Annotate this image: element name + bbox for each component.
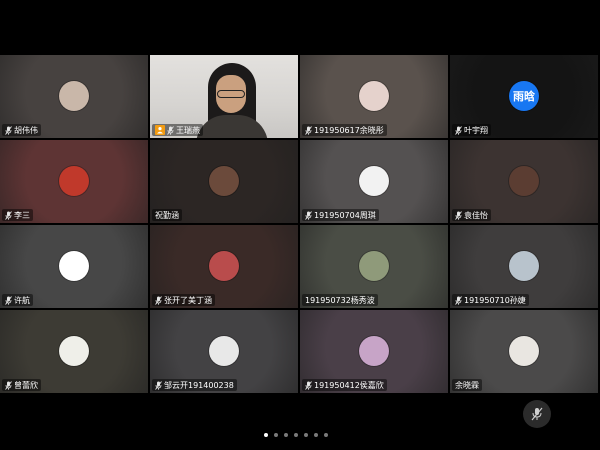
mic-off-icon [5, 125, 12, 135]
mic-off-icon [305, 210, 312, 220]
participant-tile[interactable]: 191950710孙婕 [450, 225, 598, 308]
participant-label: 袁佳怡 [452, 209, 491, 221]
participant-label: 李三 [2, 209, 33, 221]
participant-tile[interactable]: 邹云开191400238 [150, 310, 298, 393]
mic-off-icon [167, 125, 174, 135]
avatar [359, 336, 389, 366]
participant-name: 191950617余晓彤 [314, 125, 384, 135]
avatar [509, 336, 539, 366]
participant-label: 邹云开191400238 [152, 379, 237, 391]
participant-tile[interactable]: 许航 [0, 225, 148, 308]
page-dot[interactable] [264, 433, 268, 437]
avatar [359, 81, 389, 111]
participant-label: 191950412侯嘉欣 [302, 379, 387, 391]
mute-toggle-button[interactable] [523, 400, 551, 428]
participant-name: 王瑞燕 [176, 125, 200, 135]
mic-off-icon [5, 295, 12, 305]
participant-name: 191950732杨秀波 [305, 295, 375, 305]
video-grid: 胡伟伟 王瑞燕 191950617余晓彤 雨晗叶宇翔李三 祝勤涵 191950704周琪 袁… [0, 55, 600, 395]
avatar [59, 166, 89, 196]
participant-name: 191950412侯嘉欣 [314, 380, 384, 390]
participant-tile[interactable]: 191950704周琪 [300, 140, 448, 223]
participant-label: 191950704周琪 [302, 209, 379, 221]
participant-tile[interactable]: 袁佳怡 [450, 140, 598, 223]
page-dot[interactable] [314, 433, 318, 437]
participant-name: 191950704周琪 [314, 210, 376, 220]
participant-tile[interactable]: 祝勤涵 [150, 140, 298, 223]
participant-label: 191950617余晓彤 [302, 124, 387, 136]
avatar [359, 166, 389, 196]
participant-tile[interactable]: 191950732杨秀波 [300, 225, 448, 308]
avatar: 雨晗 [509, 81, 539, 111]
participant-tile[interactable]: 张开了美丁涵 [150, 225, 298, 308]
participant-tile[interactable]: 雨晗叶宇翔 [450, 55, 598, 138]
participant-name: 袁佳怡 [464, 210, 488, 220]
participant-tile[interactable]: 王瑞燕 [150, 55, 298, 138]
mic-off-icon [531, 407, 543, 421]
participant-label: 王瑞燕 [152, 124, 203, 136]
participant-name: 余晓霖 [455, 380, 479, 390]
participant-name: 叶宇翔 [464, 125, 488, 135]
participant-tile[interactable]: 胡伟伟 [0, 55, 148, 138]
mic-off-icon [155, 380, 162, 390]
avatar [209, 166, 239, 196]
page-indicator [264, 433, 328, 437]
avatar [59, 251, 89, 281]
participant-name: 胡伟伟 [14, 125, 38, 135]
host-icon [155, 125, 165, 135]
mic-off-icon [455, 295, 462, 305]
participant-label: 张开了美丁涵 [152, 294, 215, 306]
participant-label: 叶宇翔 [452, 124, 491, 136]
mic-off-icon [455, 210, 462, 220]
participant-tile[interactable]: 191950412侯嘉欣 [300, 310, 448, 393]
mic-off-icon [305, 125, 312, 135]
participant-name: 祝勤涵 [155, 210, 179, 220]
avatar [59, 81, 89, 111]
participant-label: 余晓霖 [452, 379, 482, 391]
participant-label: 191950710孙婕 [452, 294, 529, 306]
participant-name: 曾蕾欣 [14, 380, 38, 390]
avatar [209, 336, 239, 366]
avatar [359, 251, 389, 281]
avatar [509, 251, 539, 281]
mic-off-icon [155, 295, 162, 305]
page-dot[interactable] [304, 433, 308, 437]
participant-tile[interactable]: 曾蕾欣 [0, 310, 148, 393]
participant-label: 191950732杨秀波 [302, 294, 378, 306]
participant-name: 191950710孙婕 [464, 295, 526, 305]
mic-off-icon [5, 380, 12, 390]
participant-name: 邹云开191400238 [164, 380, 234, 390]
participant-name: 张开了美丁涵 [164, 295, 212, 305]
participant-label: 胡伟伟 [2, 124, 41, 136]
page-dot[interactable] [284, 433, 288, 437]
participant-tile[interactable]: 余晓霖 [450, 310, 598, 393]
mic-off-icon [305, 380, 312, 390]
page-dot[interactable] [294, 433, 298, 437]
participant-name: 许航 [14, 295, 30, 305]
mic-off-icon [455, 125, 462, 135]
participant-name: 李三 [14, 210, 30, 220]
avatar [59, 336, 89, 366]
participant-label: 许航 [2, 294, 33, 306]
participant-tile[interactable]: 李三 [0, 140, 148, 223]
page-dot[interactable] [274, 433, 278, 437]
page-dot[interactable] [324, 433, 328, 437]
avatar [209, 251, 239, 281]
mic-off-icon [5, 210, 12, 220]
participant-tile[interactable]: 191950617余晓彤 [300, 55, 448, 138]
participant-label: 曾蕾欣 [2, 379, 41, 391]
participant-label: 祝勤涵 [152, 209, 182, 221]
avatar [509, 166, 539, 196]
